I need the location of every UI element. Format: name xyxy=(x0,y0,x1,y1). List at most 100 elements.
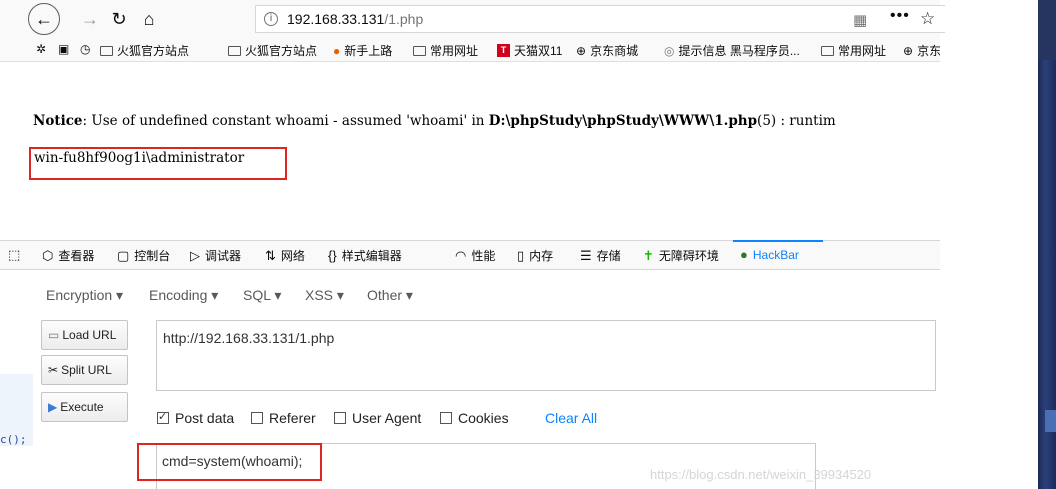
back-button[interactable]: ← xyxy=(28,3,60,35)
bookmark-item[interactable]: 常用网址 xyxy=(821,42,886,59)
post-data-value: cmd=system(whoami); xyxy=(162,453,303,469)
browser-toolbar: ← → ↻ ⌂ i 192.168.33.131/1.php ▦ ••• ☆ xyxy=(0,0,945,38)
execute-button[interactable]: ▶ Execute xyxy=(41,392,128,422)
hackbar-menu: Encryption ▾ Encoding ▾ SQL ▾ XSS ▾ Othe… xyxy=(33,279,940,311)
bookmarks-bar: ✲ ▣ ◷ 火狐官方站点 火狐官方站点 ● 新手上路 常用网址 T 天猫双11 ⊕ 京… xyxy=(0,38,940,62)
notice-path: D:\phpStudy\phpStudy\WWW\1.php xyxy=(488,113,758,129)
console-icon: ▢ xyxy=(117,247,130,263)
home-icon: ⌂ xyxy=(143,8,155,29)
qr-code-icon[interactable]: ▦ xyxy=(853,11,867,29)
notice-text: : Use of undefined constant whoami - ass… xyxy=(82,113,489,129)
background-window-highlight xyxy=(1045,410,1056,432)
cookies-checkbox[interactable]: Cookies xyxy=(440,410,509,426)
screenshot-icon[interactable]: ▣ xyxy=(58,42,69,56)
url-text: 192.168.33.131/1.php xyxy=(287,11,423,27)
clear-all-link[interactable]: Clear All xyxy=(545,410,597,426)
reload-icon: ↻ xyxy=(111,8,127,29)
tab-inspector[interactable]: ⬡ 查看器 xyxy=(42,247,94,264)
devtools-tabbar: ⬚ ⬡ 查看器 ▢ 控制台 ▷ 调试器 ⇅ 网络 {} 样式编辑器 ◠ 性能 ▯ 内存 ☰ 存储… xyxy=(0,240,940,270)
tab-storage[interactable]: ☰ 存储 xyxy=(580,247,621,264)
forward-button[interactable]: → xyxy=(75,4,105,34)
referer-checkbox[interactable]: Referer xyxy=(251,410,316,426)
bookmark-label: 火狐官方站点 xyxy=(117,44,190,58)
notice-line: (5) : runtim xyxy=(757,113,836,129)
folder-icon xyxy=(228,45,241,56)
folder-icon xyxy=(413,45,426,56)
site-info-icon[interactable]: i xyxy=(264,12,278,26)
php-notice: Notice: Use of undefined constant whoami… xyxy=(33,113,836,129)
url-host: 192.168.33.131 xyxy=(287,11,385,27)
bookmark-item[interactable]: ⊕ 京东商城 xyxy=(576,42,638,59)
info-icon: ◎ xyxy=(664,43,675,58)
accessibility-icon: ✝ xyxy=(643,247,654,263)
debugger-icon: ▷ xyxy=(190,247,200,263)
menu-xss[interactable]: XSS ▾ xyxy=(305,287,344,304)
home-button[interactable]: ⌂ xyxy=(134,4,164,34)
bookmark-label: 火狐官方站点 xyxy=(245,44,318,58)
bookmark-item[interactable]: ● 新手上路 xyxy=(333,42,392,59)
notice-label: Notice xyxy=(33,113,83,129)
checkbox-checked[interactable] xyxy=(157,410,169,424)
checkbox[interactable] xyxy=(440,412,452,424)
tab-debugger[interactable]: ▷ 调试器 xyxy=(190,247,241,264)
folder-icon xyxy=(100,45,113,56)
background-window-edge-top xyxy=(1038,0,1056,60)
command-output: win-fu8hf90og1i\administrator xyxy=(34,150,245,166)
bookmark-item[interactable]: T 天猫双11 xyxy=(497,42,562,59)
bookmark-item[interactable]: 火狐官方站点 xyxy=(100,42,189,59)
load-url-button[interactable]: ▭ Load URL xyxy=(41,320,128,350)
network-icon: ⇅ xyxy=(265,247,276,263)
history-icon[interactable]: ◷ xyxy=(80,42,90,56)
bookmark-item[interactable]: ◎ 提示信息 黑马程序员... xyxy=(664,42,800,59)
active-tab-indicator xyxy=(733,240,823,242)
scissors-icon: ✂ xyxy=(48,363,59,377)
tab-memory[interactable]: ▯ 内存 xyxy=(517,247,553,264)
bookmark-label: 常用网址 xyxy=(430,44,479,58)
bookmark-label: 京东 xyxy=(917,44,940,58)
tab-style-editor[interactable]: {} 样式编辑器 xyxy=(328,247,402,264)
style-editor-icon: {} xyxy=(328,248,337,263)
folder-icon xyxy=(821,45,834,56)
page-actions-icon[interactable]: ••• xyxy=(890,7,910,25)
bookmark-label: 常用网址 xyxy=(838,44,887,58)
menu-encoding[interactable]: Encoding ▾ xyxy=(149,287,218,304)
inspector-icon: ⬡ xyxy=(42,247,54,263)
memory-icon: ▯ xyxy=(517,247,525,263)
url-textarea-value: http://192.168.33.131/1.php xyxy=(163,330,335,346)
tab-network[interactable]: ⇅ 网络 xyxy=(265,247,305,264)
play-icon: ▶ xyxy=(48,400,58,414)
bookmark-label: 提示信息 黑马程序员... xyxy=(678,44,800,58)
user-agent-checkbox[interactable]: User Agent xyxy=(334,410,421,426)
tab-performance[interactable]: ◠ 性能 xyxy=(455,247,495,264)
checkbox[interactable] xyxy=(334,412,346,424)
bookmark-label: 天猫双11 xyxy=(514,44,563,58)
menu-sql[interactable]: SQL ▾ xyxy=(243,287,281,304)
tmall-icon: T xyxy=(497,44,510,57)
tab-console[interactable]: ▢ 控制台 xyxy=(117,247,170,264)
tab-accessibility[interactable]: ✝ 无障碍环境 xyxy=(643,247,719,264)
forward-arrow-icon: → xyxy=(81,8,99,29)
split-url-button[interactable]: ✂ Split URL xyxy=(41,355,128,385)
load-icon: ▭ xyxy=(48,328,60,342)
menu-other[interactable]: Other ▾ xyxy=(367,287,413,304)
performance-icon: ◠ xyxy=(455,247,467,263)
reload-button[interactable]: ↻ xyxy=(104,4,134,34)
gear-icon[interactable]: ✲ xyxy=(36,42,46,56)
firefox-icon: ● xyxy=(333,43,341,58)
bookmark-item[interactable]: 火狐官方站点 xyxy=(228,42,317,59)
checkbox[interactable] xyxy=(251,412,263,424)
bookmark-item[interactable]: 常用网址 xyxy=(413,42,478,59)
menu-encryption[interactable]: Encryption ▾ xyxy=(46,287,123,304)
post-data-checkbox[interactable]: Post data xyxy=(157,410,234,426)
bookmark-star-icon[interactable]: ☆ xyxy=(920,9,935,29)
url-bar[interactable]: i 192.168.33.131/1.php ▦ ••• ☆ xyxy=(255,5,945,33)
url-textarea[interactable]: http://192.168.33.131/1.php xyxy=(156,320,936,391)
element-picker-icon[interactable]: ⬚ xyxy=(8,247,25,263)
back-arrow-icon: ← xyxy=(35,8,53,29)
globe-icon: ⊕ xyxy=(903,43,914,58)
bookmark-label: 新手上路 xyxy=(344,44,393,58)
side-code-fragment: c(); xyxy=(0,433,27,446)
tab-hackbar[interactable]: ● HackBar xyxy=(740,247,799,262)
hackbar-icon: ● xyxy=(740,247,748,262)
bookmark-item[interactable]: ⊕ 京东 xyxy=(903,42,940,59)
